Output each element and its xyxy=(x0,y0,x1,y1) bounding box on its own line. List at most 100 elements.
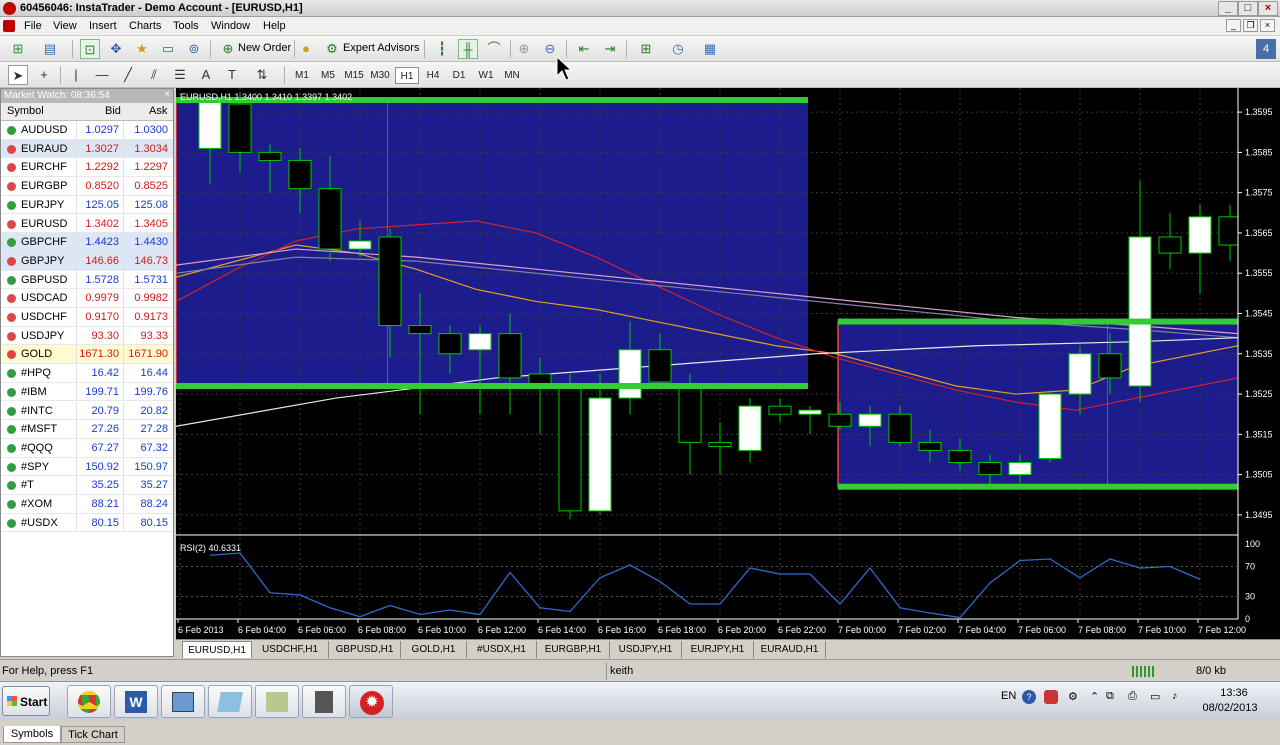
navigator-icon[interactable]: ★ xyxy=(132,39,152,59)
chart-tab[interactable]: EURAUD,H1 xyxy=(754,641,826,658)
candle[interactable] xyxy=(588,397,612,512)
timeframe-d1[interactable]: D1 xyxy=(447,67,471,84)
indicators-icon[interactable]: ⊞ xyxy=(636,39,656,59)
timeframe-mn[interactable]: MN xyxy=(500,67,524,84)
candle[interactable] xyxy=(798,409,822,415)
candle[interactable] xyxy=(648,349,672,383)
mdi-minimize-button[interactable]: _ xyxy=(1226,19,1241,32)
market-watch-row[interactable]: GBPJPY 146.66 146.73 xyxy=(1,251,173,271)
candle[interactable] xyxy=(558,385,582,512)
candle[interactable] xyxy=(618,349,642,399)
candle[interactable] xyxy=(1188,216,1212,254)
timeframe-h4[interactable]: H4 xyxy=(421,67,445,84)
cursor-icon[interactable]: ➤ xyxy=(8,65,28,85)
maximize-button[interactable]: □ xyxy=(1238,1,1258,16)
minimize-button[interactable]: _ xyxy=(1218,1,1238,16)
eurusd-h1-chart[interactable]: 1.3595 1.3585 1.3575 1.3565 1.3555 1.3545 1.35… xyxy=(175,88,1280,639)
candle[interactable] xyxy=(888,413,912,443)
menu-help[interactable]: Help xyxy=(263,19,286,33)
timeframe-m15[interactable]: M15 xyxy=(342,67,366,84)
network-icon[interactable]: ⧉ xyxy=(1106,690,1114,703)
candle[interactable] xyxy=(678,385,702,443)
candle[interactable] xyxy=(438,333,462,355)
market-watch-row[interactable]: GBPUSD 1.5728 1.5731 xyxy=(1,270,173,290)
market-watch-row[interactable]: #XOM 88.21 88.24 xyxy=(1,495,173,514)
clock-time[interactable]: 13:36 xyxy=(1206,687,1262,699)
candle[interactable] xyxy=(498,333,522,379)
market-watch-row[interactable]: USDJPY 93.30 93.33 xyxy=(1,326,173,346)
fibonacci-icon[interactable]: ☰ xyxy=(170,65,190,85)
candle[interactable] xyxy=(288,159,312,190)
tab-symbols[interactable]: Symbols xyxy=(3,726,61,743)
chart-tab[interactable]: EURUSD,H1 xyxy=(182,641,252,658)
market-watch-row[interactable]: #IBM 199.71 199.76 xyxy=(1,382,173,402)
trendline-icon[interactable]: ╱ xyxy=(118,65,138,85)
clock-date[interactable]: 08/02/2013 xyxy=(1198,702,1262,714)
menu-tools[interactable]: Tools xyxy=(173,19,199,33)
chart-tab[interactable]: EURGBP,H1 xyxy=(537,641,610,658)
timeframe-m1[interactable]: M1 xyxy=(290,67,314,84)
candle[interactable] xyxy=(708,441,732,447)
show-hidden-icons-icon[interactable]: ⌃ xyxy=(1090,690,1099,703)
market-watch-row[interactable]: EURGBP 0.8520 0.8525 xyxy=(1,177,173,196)
taskbar-chrome[interactable] xyxy=(67,685,111,718)
chart-tab[interactable]: EURJPY,H1 xyxy=(682,641,754,658)
language-indicator[interactable]: EN xyxy=(1001,690,1016,702)
market-watch-row[interactable]: EURJPY 125.05 125.08 xyxy=(1,195,173,215)
chart-tab[interactable]: GBPUSD,H1 xyxy=(329,641,401,658)
candle[interactable] xyxy=(948,449,972,464)
column-ask[interactable]: Ask xyxy=(149,105,167,117)
printer-icon[interactable]: ⎙ xyxy=(1128,690,1137,703)
column-bid[interactable]: Bid xyxy=(105,105,121,117)
candle[interactable] xyxy=(1068,353,1092,395)
market-watch-close-icon[interactable]: × xyxy=(164,89,170,100)
taskbar-app5[interactable] xyxy=(255,685,299,718)
menu-file[interactable]: File xyxy=(24,19,42,33)
monitor-icon[interactable]: ▭ xyxy=(1150,690,1160,703)
candle[interactable] xyxy=(978,462,1002,476)
strategy-tester-icon[interactable]: ⊚ xyxy=(184,39,204,59)
chart-tab[interactable]: USDJPY,H1 xyxy=(610,641,682,658)
auto-scroll-icon[interactable]: ⇤ xyxy=(574,39,594,59)
periods-icon[interactable]: ◷ xyxy=(668,39,688,59)
candle[interactable] xyxy=(858,413,882,427)
data-window-icon[interactable]: ✥ xyxy=(106,39,126,59)
candle[interactable] xyxy=(408,325,432,335)
horizontal-line-icon[interactable]: — xyxy=(92,65,112,85)
chart-window[interactable]: 1.3595 1.3585 1.3575 1.3565 1.3555 1.3545 1.35… xyxy=(175,88,1280,639)
market-watch-row[interactable]: #INTC 20.79 20.82 xyxy=(1,401,173,421)
menu-window[interactable]: Window xyxy=(211,19,250,33)
text-icon[interactable]: A xyxy=(196,65,216,85)
market-watch-row[interactable]: GBPCHF 1.4423 1.4430 xyxy=(1,233,173,252)
crosshair-icon[interactable]: + xyxy=(34,65,54,85)
taskbar-app6[interactable] xyxy=(302,685,346,718)
market-watch-row[interactable]: GOLD 1671.30 1671.90 xyxy=(1,345,173,365)
market-watch-icon[interactable]: ⊡ xyxy=(80,39,100,59)
profiles-icon[interactable]: ▤ xyxy=(40,39,60,59)
taskbar-instatrader[interactable]: ✹ xyxy=(349,685,393,718)
candle[interactable] xyxy=(1098,353,1122,379)
menu-charts[interactable]: Charts xyxy=(129,19,161,33)
zoom-in-icon[interactable]: ⊕ xyxy=(514,39,534,59)
candle[interactable] xyxy=(228,103,252,153)
terminal-icon[interactable]: ▭ xyxy=(158,39,178,59)
tray-app-icon[interactable] xyxy=(1044,690,1058,704)
market-watch-row[interactable]: EURAUD 1.3027 1.3034 xyxy=(1,139,173,159)
menu-view[interactable]: View xyxy=(53,19,77,33)
timeframe-m30[interactable]: M30 xyxy=(368,67,392,84)
level-line[interactable] xyxy=(838,483,1238,490)
chart-shift-icon[interactable]: ⇥ xyxy=(600,39,620,59)
candle[interactable] xyxy=(348,240,372,250)
help-icon[interactable]: ? xyxy=(1022,690,1036,704)
timeframe-h1[interactable]: H1 xyxy=(395,67,419,84)
timeframe-m5[interactable]: M5 xyxy=(316,67,340,84)
candle[interactable] xyxy=(918,441,942,451)
market-watch-row[interactable]: USDCAD 0.9979 0.9982 xyxy=(1,289,173,308)
market-watch-row[interactable]: AUDUSD 1.0297 1.0300 xyxy=(1,121,173,140)
mdi-close-button[interactable]: × xyxy=(1260,19,1275,32)
chart-tab[interactable]: GOLD,H1 xyxy=(401,641,467,658)
panel-badge-icon[interactable]: 4 xyxy=(1256,39,1276,59)
volume-icon[interactable]: ♪ xyxy=(1172,690,1178,702)
candle[interactable] xyxy=(1008,462,1032,476)
candle[interactable] xyxy=(1038,393,1062,459)
